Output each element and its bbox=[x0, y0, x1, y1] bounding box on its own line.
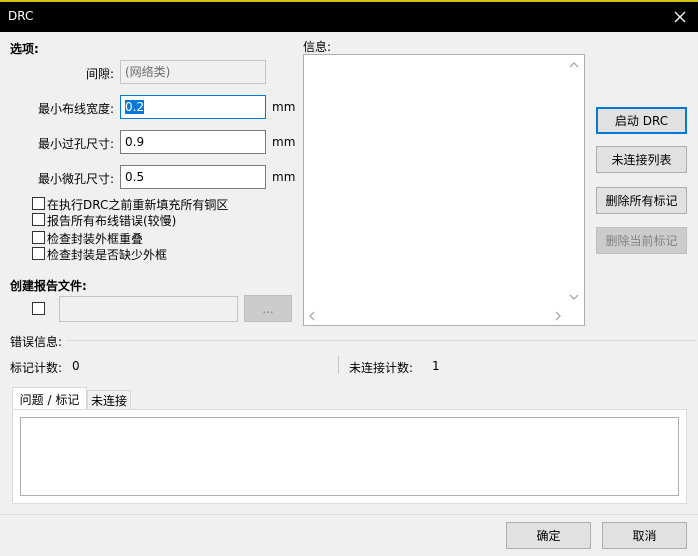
footer-divider bbox=[0, 514, 698, 515]
marker-list[interactable] bbox=[20, 417, 679, 496]
report-all-errors-checkbox[interactable] bbox=[32, 213, 45, 226]
unconnected-count-label: 未连接计数: bbox=[349, 361, 414, 375]
close-button[interactable] bbox=[662, 2, 698, 32]
options-heading: 选项: bbox=[10, 42, 39, 56]
min-uvia-size-unit: mm bbox=[272, 170, 296, 184]
start-drc-button[interactable]: 启动 DRC bbox=[596, 107, 687, 134]
browse-report-button[interactable]: ... bbox=[244, 295, 292, 322]
min-via-size-input[interactable]: 0.9 bbox=[120, 130, 266, 154]
cancel-button[interactable]: 取消 bbox=[602, 522, 687, 549]
delete-current-marker-button[interactable]: 删除当前标记 bbox=[596, 227, 687, 254]
min-track-width-label: 最小布线宽度: bbox=[37, 102, 114, 116]
missing-courtyard-checkbox[interactable] bbox=[32, 247, 45, 260]
min-uvia-size-label: 最小微孔尺寸: bbox=[37, 172, 114, 186]
window-title: DRC bbox=[8, 9, 34, 23]
marker-count-value: 0 bbox=[72, 359, 80, 373]
scroll-down-icon[interactable] bbox=[569, 293, 579, 301]
clearance-label: 间隙: bbox=[85, 67, 114, 81]
refill-zones-checkbox[interactable] bbox=[32, 197, 45, 210]
close-icon bbox=[674, 11, 686, 23]
tab-unconnected[interactable]: 未连接 bbox=[87, 390, 131, 410]
clearance-field: (网络类) bbox=[120, 60, 266, 84]
min-track-width-input[interactable]: 0.2 bbox=[120, 95, 266, 119]
count-separator bbox=[338, 356, 339, 374]
report-file-path-input[interactable] bbox=[59, 296, 238, 322]
scroll-up-icon[interactable] bbox=[569, 61, 579, 69]
unconnected-list-button[interactable]: 未连接列表 bbox=[596, 146, 687, 173]
errors-group-border bbox=[10, 340, 696, 341]
min-track-width-value: 0.2 bbox=[125, 100, 145, 114]
delete-all-markers-button[interactable]: 删除所有标记 bbox=[596, 187, 687, 214]
refill-zones-label: 在执行DRC之前重新填充所有铜区 bbox=[47, 198, 229, 212]
min-uvia-size-input[interactable]: 0.5 bbox=[120, 165, 266, 189]
report-file-heading: 创建报告文件: bbox=[10, 279, 87, 293]
tab-problems-markers[interactable]: 问题 / 标记 bbox=[12, 387, 87, 410]
scroll-left-icon[interactable] bbox=[308, 311, 316, 321]
min-via-size-unit: mm bbox=[272, 135, 296, 149]
courtyard-overlap-label: 检查封装外框重叠 bbox=[47, 232, 144, 246]
info-panel[interactable] bbox=[303, 54, 585, 326]
errors-heading: 错误信息: bbox=[10, 333, 67, 350]
title-bar: DRC bbox=[0, 0, 698, 32]
info-heading: 信息: bbox=[303, 40, 332, 54]
ok-button[interactable]: 确定 bbox=[506, 522, 591, 549]
marker-count-label: 标记计数: bbox=[10, 361, 63, 375]
report-all-errors-label: 报告所有布线错误(较慢) bbox=[47, 214, 177, 228]
missing-courtyard-label: 检查封装是否缺少外框 bbox=[47, 248, 168, 262]
errors-tab-content bbox=[12, 409, 687, 504]
min-track-width-unit: mm bbox=[272, 100, 296, 114]
scroll-right-icon[interactable] bbox=[554, 311, 562, 321]
courtyard-overlap-checkbox[interactable] bbox=[32, 231, 45, 244]
unconnected-count-value: 1 bbox=[432, 359, 440, 373]
min-via-size-label: 最小过孔尺寸: bbox=[37, 137, 114, 151]
report-file-checkbox[interactable] bbox=[32, 302, 45, 315]
